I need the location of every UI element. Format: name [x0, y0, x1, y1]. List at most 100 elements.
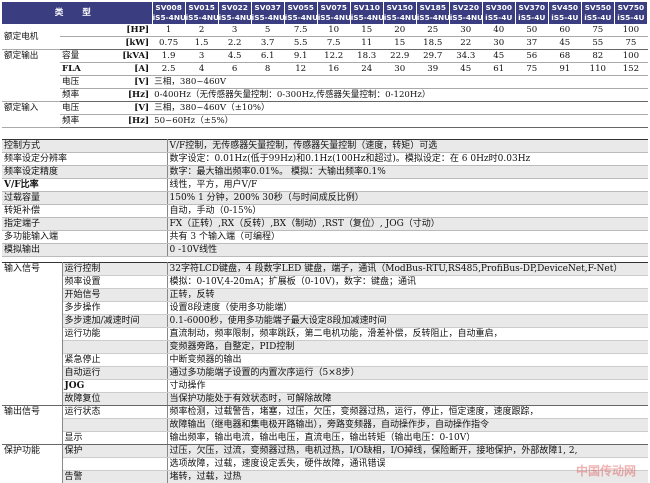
control-value: 0 -10V线性	[167, 243, 648, 257]
io-value: 32字符LCD键盘，4 段数字LED 键盘，端子，通讯（ModBus-RTU,R…	[167, 262, 648, 276]
out-voltage-unit: [V]	[102, 75, 153, 89]
io-row: 保护功能 保护 过压，欠压，过流，变频器过热，电机过热，I/O缺相，I/O掉线，保险…	[2, 444, 648, 483]
model-header-cell: SV450 iS5-4U	[548, 2, 582, 24]
model-header-cell: SV022 iS5-4NU	[218, 2, 252, 24]
out-voltage-value: 三相，380~460V	[152, 75, 648, 89]
control-row: 转矩补偿 自动，手动（0-15%）	[2, 204, 648, 218]
model-header-cell: SV220 iS5-4NU	[449, 2, 483, 24]
io-row: 运行功能 直流制动，频率限制，频率跳跃，第二电机功能，滑差补偿，反转阻止，自动重启…	[2, 327, 648, 341]
io-value: 0.1-6000秒，使用多功能端子最大设定8段加减速时间	[167, 314, 648, 328]
kw-value-cell: 37	[515, 36, 549, 50]
io-group-label: 输入信号	[2, 262, 63, 406]
fla-row: FLA [A] 2.5 4 6 8 12 16 24 30 39 45 61 75 91 110 152	[2, 62, 648, 76]
out-freq-unit: [Hz]	[102, 88, 153, 102]
io-group-label: 输出信号	[2, 405, 63, 445]
watermark: 中国传动网	[575, 464, 636, 478]
io-value: 故障输出（继电器和集电极开路输出），旁路变频器，自动操作步，自动操作指令	[167, 418, 648, 432]
kva-value-cell: 68	[548, 49, 582, 63]
io-value: 正转，反转	[167, 288, 648, 302]
kw-value-cell: 0.75	[152, 36, 186, 50]
control-label: 多功能输入端	[2, 230, 168, 244]
ratings-table: 类 型 SV008 iS5-4NU SV015 iS5-4NU SV022 iS5-4NU…	[2, 2, 649, 128]
fla-unit: [A]	[102, 62, 153, 76]
kw-value-cell: 3.7	[251, 36, 285, 50]
io-label: 运行功能	[62, 327, 168, 341]
control-table: 控制方式 V/F控制，无传感器矢量控制，传感器矢量控制（速度，转矩）可选 频率设定分…	[2, 139, 648, 257]
kw-value-cell: 7.5	[317, 36, 351, 50]
model-header-cell: SV550 iS5-4U	[581, 2, 615, 24]
in-freq-unit: [Hz]	[102, 114, 153, 128]
in-voltage-row: 额定输入 电压 [V] 三相，380~460V（±10%）	[2, 101, 648, 128]
motor-label: 额定电机	[2, 24, 61, 50]
io-value: 通过多功能端子设置的内置次序运行（5×8步）	[167, 366, 648, 380]
control-value: 线性，平方，用户V/F	[167, 178, 648, 192]
kva-value-cell: 4.5	[218, 49, 252, 63]
control-label: 模拟输出	[2, 243, 168, 257]
model-header-cell: SV110 iS5-4NU	[350, 2, 384, 24]
out-freq-label: 频率	[60, 88, 103, 102]
control-row: 指定端子 FX（正转）,RX（反转）,BX（制动）,RST（复位）, JOG（寸动…	[2, 217, 648, 231]
fla-value-cell: 24	[350, 62, 384, 76]
io-label	[62, 457, 168, 471]
io-group-label: 保护功能	[2, 444, 63, 483]
hp-value-cell: 5	[251, 24, 285, 37]
io-row: 显示 输出频率，输出电流，输出电压，直流电压，输出转矩（输出电压：0-10V）	[2, 431, 648, 445]
fla-value-cell: 2.5	[152, 62, 186, 76]
io-label: 运行状态	[62, 405, 168, 419]
io-label: 故障复位	[62, 392, 168, 406]
fla-value-cell: 152	[614, 62, 648, 76]
kw-value-cell: 15	[383, 36, 417, 50]
fla-value-cell: 45	[449, 62, 483, 76]
kva-value-cell: 100	[614, 49, 648, 63]
io-table: 输入信号 运行控制 32字符LCD键盘，4 段数字LED 键盘，端子，通讯（ModB…	[2, 262, 648, 483]
hp-value-cell: 40	[482, 24, 516, 37]
io-row: 故障复位 当保护功能处于有效状态时，可解除故障	[2, 392, 648, 406]
io-label	[62, 418, 168, 432]
hp-value-cell: 20	[383, 24, 417, 37]
hp-value-cell: 2	[185, 24, 219, 37]
control-row: 频率设定分辨率 数字设定：0.01Hz(低于99Hz)和0.1Hz(100Hz和超…	[2, 152, 648, 166]
in-voltage-value: 三相，380~460V（±10%）	[152, 101, 648, 115]
io-value: 中断变频器的输出	[167, 353, 648, 367]
io-value: 模拟：0-10V,4-20mA；扩展板（0-10V)，数字：键盘；通讯	[167, 275, 648, 289]
hp-value-cell: 1	[152, 24, 186, 37]
fla-label: FLA	[60, 62, 103, 76]
hp-value-cell: 25	[416, 24, 450, 37]
model-header-cell: SV300 iS5-4U	[482, 2, 516, 24]
control-row: V/F比率 线性，平方，用户V/F	[2, 178, 648, 192]
model-header-cell: SV370 iS5-4U	[515, 2, 549, 24]
out-voltage-label: 电压	[60, 75, 103, 89]
hp-value-cell: 15	[350, 24, 384, 37]
kva-value-cell: 29.7	[416, 49, 450, 63]
io-label: 显示	[62, 431, 168, 445]
model-header-cell: SV185 iS5-4NU	[416, 2, 450, 24]
io-label: 紧急停止	[62, 353, 168, 367]
out-voltage-row: 电压 [V] 三相，380~460V	[2, 75, 648, 89]
hp-value-cell: 50	[515, 24, 549, 37]
kw-value-cell: 30	[482, 36, 516, 50]
io-row: 开始信号 正转，反转	[2, 288, 648, 302]
kw-value-cell: 2.2	[218, 36, 252, 50]
control-label: 转矩补偿	[2, 204, 168, 218]
control-label: 指定端子	[2, 217, 168, 231]
io-value: 变频器旁路，自整定，PID控制	[167, 340, 648, 354]
fla-value-cell: 91	[548, 62, 582, 76]
control-value: FX（正转）,RX（反转）,BX（制动）,RST（复位）, JOG（寸动）	[167, 217, 648, 231]
control-value: 共有 3 个输入端（可编程）	[167, 230, 648, 244]
kva-value-cell: 56	[515, 49, 549, 63]
io-value: 寸动操作	[167, 379, 648, 393]
fla-value-cell: 30	[383, 62, 417, 76]
kva-value-cell: 3	[185, 49, 219, 63]
kw-unit: [kW]	[102, 36, 153, 50]
model-header-cell: SV075 iS5-4NU	[317, 2, 351, 24]
hp-row: 额定电机 [HP] 1 2 3 5 7.5 10 15 20 25 30 40 50 60 75 100	[2, 24, 648, 50]
io-row: 自动运行 通过多功能端子设置的内置次序运行（5×8步）	[2, 366, 648, 380]
hp-value-cell: 3	[218, 24, 252, 37]
hp-value-cell: 7.5	[284, 24, 318, 37]
control-row: 多功能输入端 共有 3 个输入端（可编程）	[2, 230, 648, 244]
fla-value-cell: 110	[581, 62, 615, 76]
kw-value-cell: 22	[449, 36, 483, 50]
kva-value-cell: 1.9	[152, 49, 186, 63]
kw-value-cell: 1.5	[185, 36, 219, 50]
hp-value-cell: 100	[614, 24, 648, 37]
